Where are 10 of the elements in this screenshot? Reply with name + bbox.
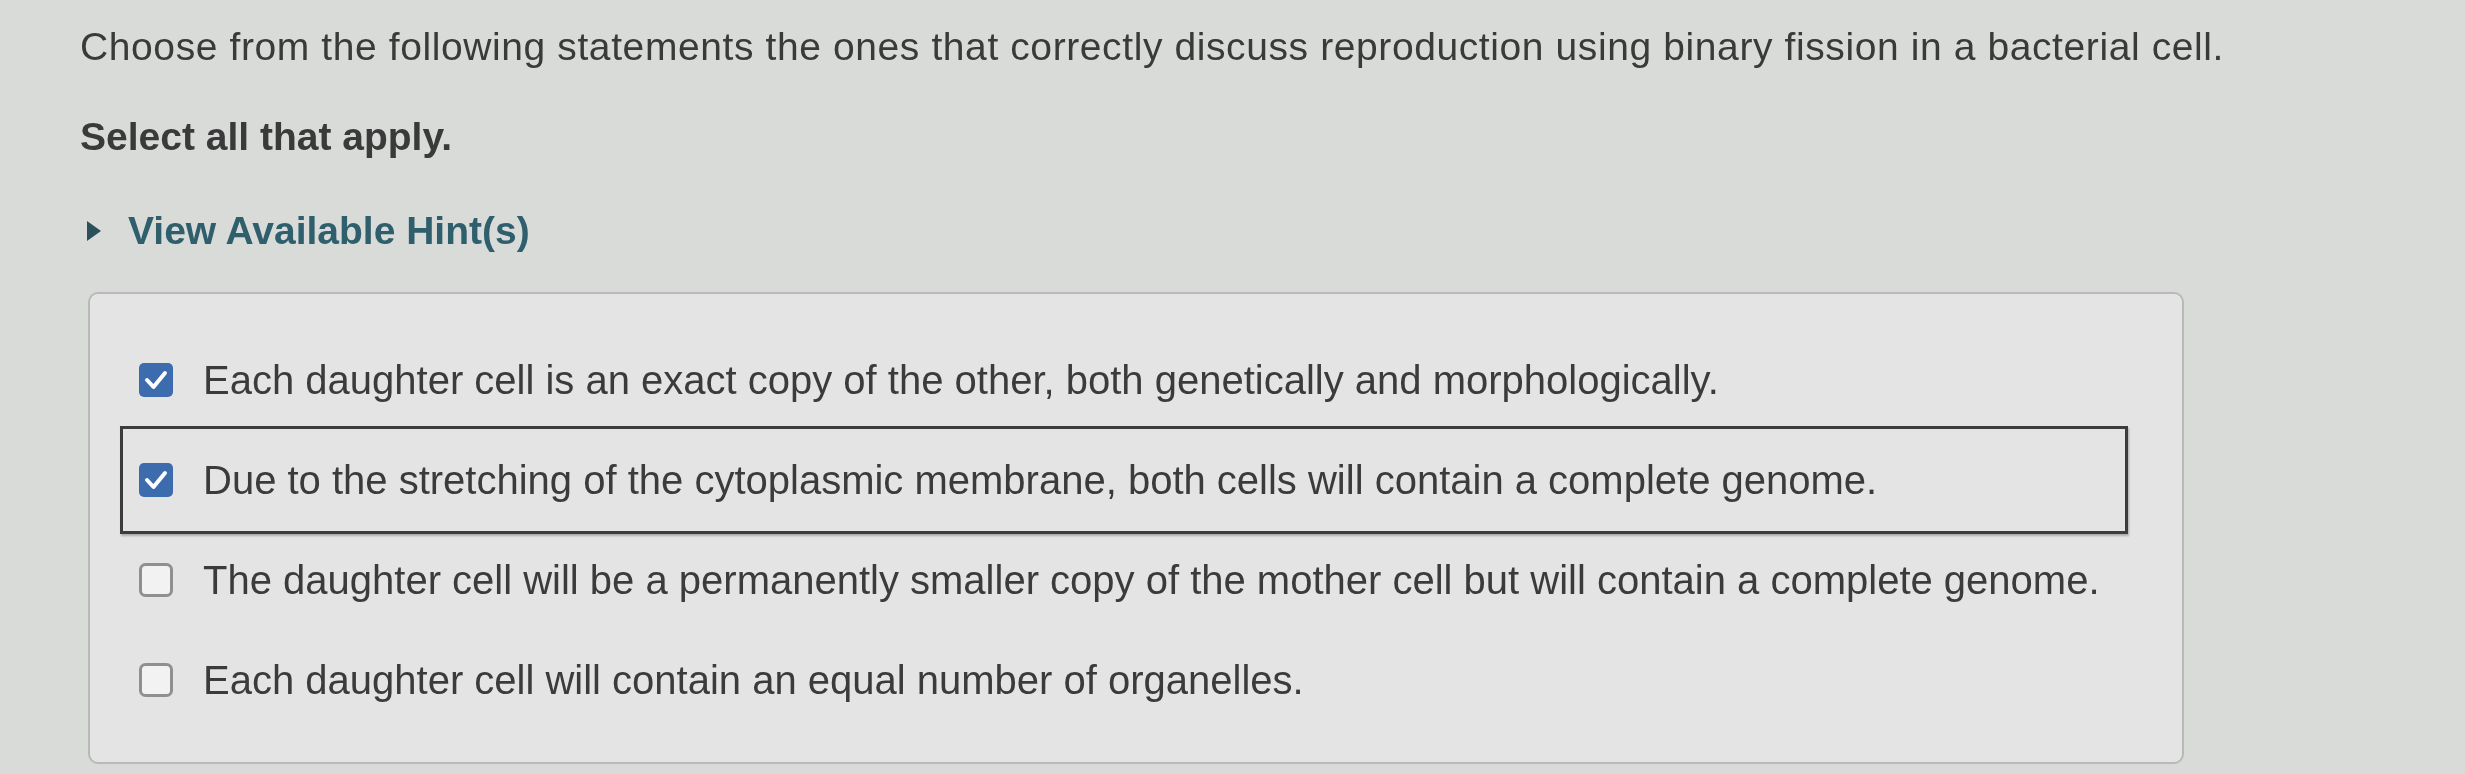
checkbox[interactable]	[139, 463, 173, 497]
checkbox[interactable]	[139, 663, 173, 697]
question-text: Choose from the following statements the ones that correctly discuss reproduction using binary fission in a bacterial cell.	[80, 24, 2224, 70]
checkbox[interactable]	[139, 563, 173, 597]
answer-option[interactable]: Each daughter cell will contain an equal number of organelles.	[120, 630, 2128, 730]
checkbox[interactable]	[139, 363, 173, 397]
instruction-text: Select all that apply.	[80, 114, 453, 160]
caret-icon	[86, 220, 102, 242]
hints-toggle[interactable]: View Available Hint(s)	[86, 206, 530, 256]
answer-option[interactable]: Due to the stretching of the cytoplasmic membrane, both cells will contain a complete genome.	[120, 426, 2128, 534]
